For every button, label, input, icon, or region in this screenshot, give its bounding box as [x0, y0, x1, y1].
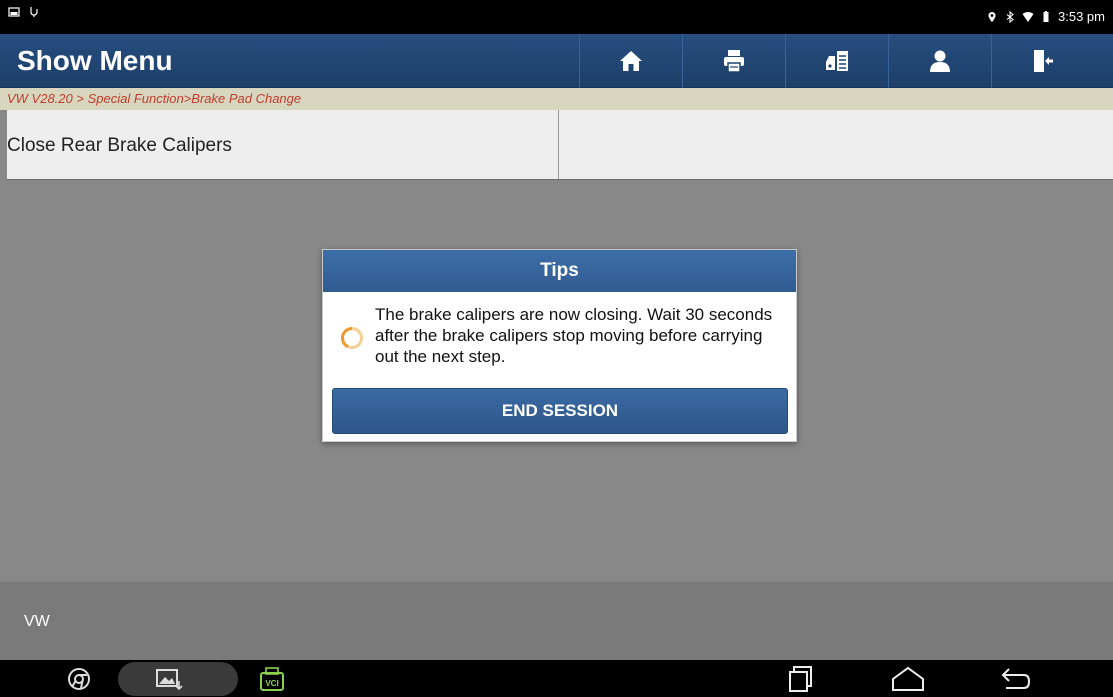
footer-label: VW — [24, 613, 50, 630]
exit-icon — [1034, 50, 1053, 72]
print-icon — [724, 50, 744, 73]
dialog-message: The brake calipers are now closing. Wait… — [375, 305, 773, 366]
vehicle-info-button[interactable] — [785, 34, 888, 88]
home-nav-button[interactable] — [886, 663, 930, 695]
menu-row-label-cell: Close Rear Brake Calipers — [7, 110, 559, 179]
menu-row-value-cell — [560, 110, 1113, 179]
chrome-button[interactable] — [62, 663, 96, 695]
vehicle-info-icon — [826, 51, 848, 71]
tips-dialog: Tips The brake calipers are now closing.… — [322, 249, 797, 442]
recent-apps-icon — [789, 666, 812, 692]
system-nav-bar: VCI — [0, 660, 1113, 697]
gallery-button[interactable] — [152, 663, 186, 695]
vci-label: VCI — [265, 679, 278, 688]
page-title: Show Menu — [17, 45, 173, 76]
breadcrumb-text: VW V28.20 > Special Function>Brake Pad C… — [7, 91, 302, 106]
wifi-icon — [1022, 11, 1034, 22]
user-icon — [930, 50, 950, 72]
exit-button[interactable] — [991, 34, 1094, 88]
bluetooth-icon — [1006, 10, 1014, 23]
screenshot-notification-icon — [8, 7, 20, 17]
vci-button[interactable]: VCI — [252, 663, 292, 695]
home-icon — [620, 51, 642, 71]
breadcrumb: VW V28.20 > Special Function>Brake Pad C… — [0, 88, 1113, 110]
home-nav-icon — [892, 666, 924, 691]
battery-icon — [1043, 10, 1049, 22]
usb-debug-icon — [30, 7, 38, 17]
loading-spinner-icon — [340, 327, 363, 349]
user-button[interactable] — [888, 34, 991, 88]
location-icon — [988, 11, 996, 22]
footer-bar: VW — [0, 582, 1113, 660]
end-session-button[interactable]: END SESSION — [332, 388, 788, 434]
back-button[interactable] — [996, 663, 1036, 695]
chrome-icon — [68, 668, 90, 690]
recent-apps-button[interactable] — [779, 663, 819, 695]
gallery-download-icon — [156, 669, 183, 691]
menu-row[interactable]: Close Rear Brake Calipers — [7, 110, 1113, 180]
dialog-title: Tips — [323, 250, 796, 292]
dialog-body: The brake calipers are now closing. Wait… — [323, 292, 796, 380]
menu-row-label: Close Rear Brake Calipers — [7, 135, 232, 156]
back-icon — [1001, 668, 1031, 689]
print-button[interactable] — [682, 34, 785, 88]
status-bar: 3:53 pm — [0, 0, 1113, 34]
app-header: Show Menu — [0, 34, 1113, 88]
status-time: 3:53 pm — [1058, 9, 1105, 24]
home-button[interactable] — [579, 34, 682, 88]
vci-icon: VCI — [260, 667, 284, 691]
